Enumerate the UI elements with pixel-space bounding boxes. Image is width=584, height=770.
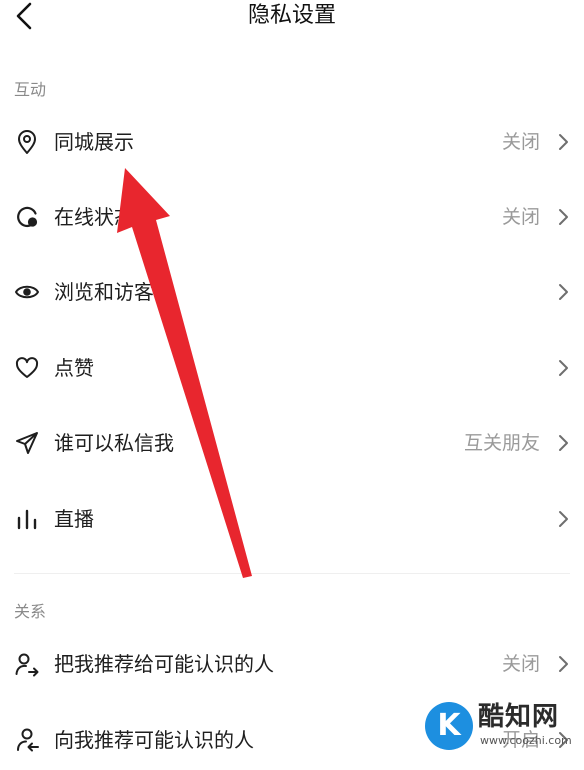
heart-icon	[15, 357, 39, 378]
watermark-logo: K	[425, 702, 473, 750]
setting-value: 关闭	[501, 653, 540, 675]
page-title: 隐私设置	[247, 3, 336, 28]
setting-label: 把我推荐给可能认识的人	[54, 652, 274, 676]
location-pin-icon	[18, 130, 36, 154]
setting-label: 向我推荐可能认识的人	[54, 728, 254, 752]
eye-icon	[15, 285, 39, 299]
watermark-url: www.coozhi.com	[480, 734, 572, 747]
watermark-text: 酷知网	[478, 702, 560, 732]
setting-value: 关闭	[501, 131, 540, 153]
setting-row-nearby-display[interactable]: 同城展示 关闭	[0, 112, 584, 172]
recommend-me-icon	[15, 653, 39, 677]
send-icon	[16, 432, 38, 454]
chevron-right-icon	[559, 209, 568, 225]
setting-value: 互关朋友	[463, 432, 540, 454]
setting-label: 同城展示	[54, 130, 134, 154]
chevron-right-icon	[559, 284, 568, 300]
setting-row-views-visitors[interactable]: 浏览和访客	[0, 262, 584, 322]
setting-label: 谁可以私信我	[54, 431, 174, 455]
setting-row-likes[interactable]: 点赞	[0, 338, 584, 398]
setting-label: 浏览和访客	[54, 280, 154, 304]
setting-label: 直播	[54, 507, 94, 531]
section-header-interaction: 互动	[14, 80, 47, 99]
section-header-relations: 关系	[14, 602, 47, 621]
live-bars-icon	[17, 509, 37, 530]
header-bar: 隐私设置	[0, 0, 584, 36]
section-divider	[14, 573, 570, 574]
setting-label: 在线状态	[54, 205, 134, 229]
chevron-right-icon	[559, 435, 568, 451]
recommend-to-me-icon	[17, 728, 39, 752]
setting-row-live[interactable]: 直播	[0, 489, 584, 549]
chevron-right-icon	[559, 511, 568, 527]
online-status-icon	[17, 206, 38, 227]
chevron-right-icon	[559, 360, 568, 376]
chevron-right-icon	[559, 656, 568, 672]
chevron-right-icon	[559, 134, 568, 150]
setting-row-who-can-message[interactable]: 谁可以私信我 互关朋友	[0, 413, 584, 473]
setting-row-online-status[interactable]: 在线状态 关闭	[0, 187, 584, 247]
setting-label: 点赞	[54, 356, 94, 380]
setting-value: 关闭	[501, 206, 540, 228]
setting-row-recommend-me[interactable]: 把我推荐给可能认识的人 关闭	[0, 634, 584, 694]
